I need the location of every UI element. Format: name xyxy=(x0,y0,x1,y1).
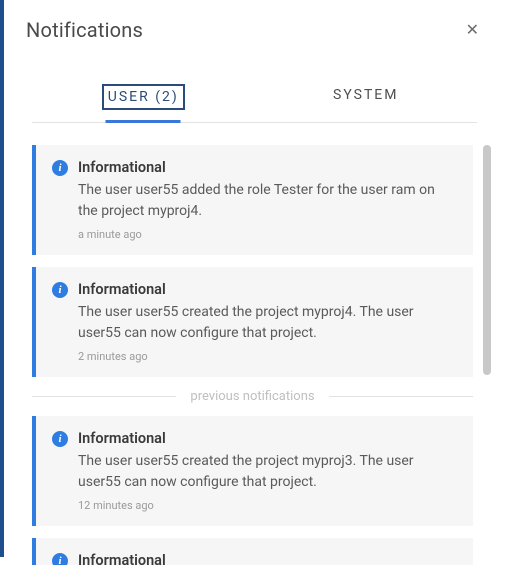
notification-time: a minute ago xyxy=(78,228,455,241)
scrollbar-thumb[interactable] xyxy=(483,145,491,375)
page-title: Notifications xyxy=(26,18,143,42)
notification-header: i Informational xyxy=(52,552,455,565)
tabs: USER (2) SYSTEM xyxy=(32,74,477,123)
notifications-list: i Informational The user user55 added th… xyxy=(32,145,497,565)
tab-system-label: SYSTEM xyxy=(329,84,402,106)
info-icon: i xyxy=(52,431,68,447)
tab-user[interactable]: USER (2) xyxy=(32,74,255,122)
tab-user-label: USER (2) xyxy=(102,84,185,110)
tab-system[interactable]: SYSTEM xyxy=(255,74,478,122)
tab-user-text: USER xyxy=(108,89,150,105)
divider-label: previous notifications xyxy=(176,389,328,404)
notification-header: i Informational xyxy=(52,430,455,447)
close-icon[interactable]: ✕ xyxy=(462,18,483,42)
info-icon: i xyxy=(52,160,68,176)
info-icon: i xyxy=(52,553,68,565)
notification-card[interactable]: i Informational The user user55 created … xyxy=(32,416,473,526)
notification-message: The user user55 added the role Tester fo… xyxy=(78,180,455,222)
panel-header: Notifications ✕ xyxy=(4,0,505,52)
notification-time: 12 minutes ago xyxy=(78,499,455,512)
notification-level: Informational xyxy=(78,281,166,298)
notification-header: i Informational xyxy=(52,281,455,298)
notification-level: Informational xyxy=(78,552,166,565)
notification-card[interactable]: i Informational The user user55 created … xyxy=(32,267,473,377)
notification-message: The user user55 created the project mypr… xyxy=(78,302,455,344)
previous-divider: previous notifications xyxy=(32,389,473,404)
notification-header: i Informational xyxy=(52,159,455,176)
notification-time: 2 minutes ago xyxy=(78,350,455,363)
notification-card[interactable]: i Informational xyxy=(32,538,473,565)
notification-level: Informational xyxy=(78,430,166,447)
tab-user-count: (2) xyxy=(155,89,179,105)
tabs-container: USER (2) SYSTEM xyxy=(4,74,505,123)
notifications-panel: Notifications ✕ USER (2) SYSTEM i Inform… xyxy=(0,0,505,557)
notification-message: The user user55 created the project mypr… xyxy=(78,451,455,493)
info-icon: i xyxy=(52,282,68,298)
notification-level: Informational xyxy=(78,159,166,176)
notification-card[interactable]: i Informational The user user55 added th… xyxy=(32,145,473,255)
